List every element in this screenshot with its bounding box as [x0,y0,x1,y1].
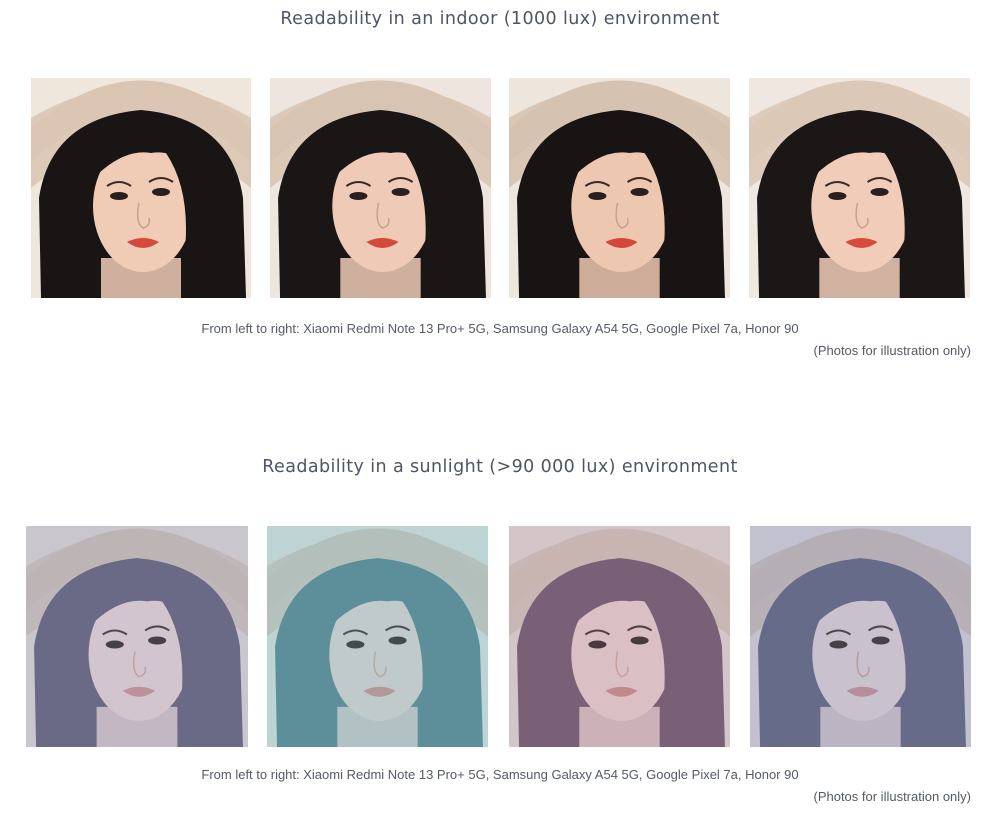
portrait-image [509,78,730,298]
section-title-sunlight: Readability in a sunlight (>90 000 lux) … [262,457,738,477]
note-indoor: (Photos for illustration only) [813,343,971,358]
portrait-image [26,526,248,747]
portrait-image [270,78,491,298]
section-title-indoor: Readability in an indoor (1000 lux) envi… [280,9,720,29]
photo-indoor-samsung [270,78,491,298]
portrait-image [31,78,251,298]
portrait-image [509,526,730,747]
portrait-image [750,526,971,747]
photo-sunlight-xiaomi [26,526,248,747]
caption-sunlight: From left to right: Xiaomi Redmi Note 13… [201,767,799,782]
photo-sunlight-samsung [267,526,488,747]
photo-indoor-xiaomi [31,78,251,298]
photo-sunlight-honor [750,526,971,747]
photo-indoor-pixel [509,78,730,298]
note-sunlight: (Photos for illustration only) [813,789,971,804]
photo-indoor-honor [749,78,970,298]
portrait-image [267,526,488,747]
portrait-image [749,78,970,298]
photo-sunlight-pixel [509,526,730,747]
caption-indoor: From left to right: Xiaomi Redmi Note 13… [201,321,799,336]
